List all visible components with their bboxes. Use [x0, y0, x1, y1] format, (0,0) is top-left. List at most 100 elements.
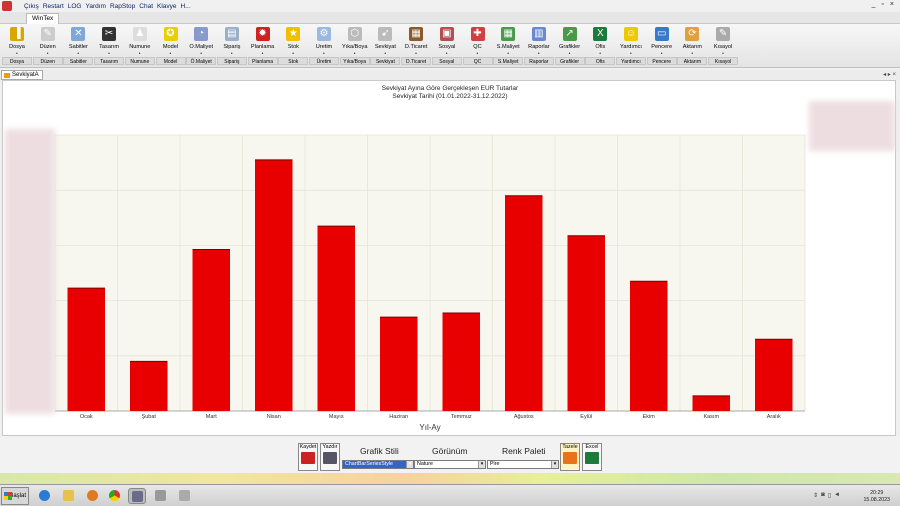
ribbon-group-dropdown[interactable]: Model	[155, 57, 186, 65]
ribbon-button-16[interactable]: ▦ S.Maliyet • S.Maliyet	[493, 26, 524, 66]
bar-6[interactable]	[442, 313, 481, 411]
save-button[interactable]: Kaydet	[298, 443, 318, 471]
ribbon-button-19[interactable]: X Ofis • Ofis	[585, 26, 616, 66]
ribbon-button-1[interactable]: ✎ Düzen • Düzen	[32, 26, 63, 66]
tab-wintex[interactable]: WinTex	[26, 13, 60, 24]
clock[interactable]: 20:29 15.08.2023	[863, 490, 890, 503]
bar-5[interactable]	[380, 317, 418, 411]
ribbon-group-dropdown[interactable]: Dosya	[2, 57, 32, 65]
excel-button[interactable]: Excel	[582, 443, 602, 471]
taskbar-chrome[interactable]	[106, 488, 124, 504]
ribbon-group-dropdown[interactable]: Yıka/Boya	[339, 57, 370, 65]
ribbon-group-dropdown[interactable]: QC	[462, 57, 493, 65]
ribbon-group-dropdown[interactable]: Numune	[124, 57, 155, 65]
ribbon-group-dropdown[interactable]: Aktarım	[677, 57, 708, 65]
ribbon-group-dropdown[interactable]: D.Ticaret	[401, 57, 432, 65]
menu-log[interactable]: LOG	[68, 3, 82, 10]
ribbon-group-dropdown[interactable]: Stok	[278, 57, 309, 65]
chart-style-value: ChartBarSeriesStyle	[345, 461, 393, 467]
taskbar-media[interactable]	[84, 488, 102, 504]
ribbon-toolbar: ▐ Dosya • Dosya ✎ Düzen • Düzen ✕ Sabitler • Sabitl…	[0, 24, 900, 68]
bar-2[interactable]	[192, 249, 231, 411]
bar-8[interactable]	[567, 235, 606, 411]
bar-11[interactable]	[755, 339, 793, 411]
tray-arrow-icon[interactable]: ⇕	[813, 492, 818, 499]
close-button[interactable]: ×	[890, 1, 894, 8]
ribbon-group-dropdown[interactable]: S.Maliyet	[493, 57, 524, 65]
palette-select[interactable]: Pire ▾	[487, 460, 559, 469]
ribbon-button-18[interactable]: ↗ Grafikler • Grafikler	[554, 26, 585, 66]
menu-restart[interactable]: Restart	[43, 3, 64, 10]
taskbar-wintex[interactable]	[128, 488, 146, 504]
ribbon-group-dropdown[interactable]: Sipariş	[216, 57, 247, 65]
x-tick-label: Kasım	[703, 414, 719, 420]
ribbon-button-17[interactable]: ▥ Raporlar • Raporlar	[523, 26, 554, 66]
menu-yardim[interactable]: Yardım	[86, 3, 106, 10]
ribbon-button-2[interactable]: ✕ Sabitler • Sabitler	[63, 26, 94, 66]
ribbon-button-0[interactable]: ▐ Dosya • Dosya	[2, 26, 32, 66]
taskbar-app2[interactable]	[152, 488, 170, 504]
taskbar-app3[interactable]	[176, 488, 194, 504]
bar-0[interactable]	[67, 288, 106, 411]
tray-shield-icon[interactable]: ◙	[821, 492, 825, 499]
shipping-icon: ➹	[378, 27, 393, 41]
ribbon-button-9[interactable]: ★ Stok • Stok	[278, 26, 309, 66]
tab-sevkiyata[interactable]: SevkiyatA	[1, 70, 43, 80]
menu-chat[interactable]: Chat	[139, 3, 153, 10]
ribbon-group-dropdown[interactable]: Düzen	[32, 57, 63, 65]
minimize-button[interactable]: _	[872, 1, 876, 8]
ribbon-group-dropdown[interactable]: Kısayol	[708, 57, 739, 65]
tray-network-icon[interactable]: ▯	[828, 492, 831, 499]
chevron-down-icon: ▾	[478, 461, 485, 468]
ribbon-button-5[interactable]: ✪ Model • Model	[155, 26, 186, 66]
ribbon-group-dropdown[interactable]: Ofis	[585, 57, 616, 65]
taskbar-explorer[interactable]	[60, 488, 78, 504]
menu-h[interactable]: H...	[181, 3, 191, 10]
ribbon-button-3[interactable]: ✂ Tasarım • Tasarım	[94, 26, 125, 66]
ribbon-group-dropdown[interactable]: Sevkiyat	[370, 57, 401, 65]
menu-cikis[interactable]: Çıkış	[24, 3, 39, 10]
ribbon-button-8[interactable]: ✹ Planlama • Planlama	[247, 26, 278, 66]
ribbon-button-21[interactable]: ▭ Pencere • Pencere	[646, 26, 677, 66]
ribbon-button-22[interactable]: ⟳ Aktarım • Aktarım	[677, 26, 708, 66]
ribbon-button-23[interactable]: ✎ Kısayol • Kısayol	[708, 26, 739, 66]
chart-style-select[interactable]: ChartBarSeriesStyle ▾	[342, 460, 414, 469]
ribbon-button-14[interactable]: ▣ Sosyal • Sosyal	[431, 26, 462, 66]
ribbon-button-20[interactable]: ☺ Yardımcı • Yardımcı	[616, 26, 646, 66]
ribbon-group-dropdown[interactable]: Ö.Maliyet	[186, 57, 217, 65]
tray-volume-icon[interactable]: ◄	[834, 492, 840, 499]
ribbon-group-dropdown[interactable]: Planlama	[247, 57, 278, 65]
ribbon-button-6[interactable]: ◔ Ö.Maliyet • Ö.Maliyet	[186, 26, 217, 66]
ribbon-button-15[interactable]: ✚ QC • QC	[462, 26, 493, 66]
edit-icon: ✎	[40, 27, 55, 41]
ribbon-group-dropdown[interactable]: Sosyal	[431, 57, 462, 65]
restore-button[interactable]: ▫	[881, 1, 883, 8]
ribbon-button-13[interactable]: ▦ D.Ticaret • D.Ticaret	[401, 26, 432, 66]
ribbon-button-11[interactable]: ⬡ Yıka/Boya • Yıka/Boya	[339, 26, 370, 66]
bar-7[interactable]	[505, 195, 543, 411]
ribbon-button-12[interactable]: ➹ Sevkiyat • Sevkiyat	[370, 26, 401, 66]
ribbon-group-dropdown[interactable]: Grafikler	[554, 57, 585, 65]
menu-rapstop[interactable]: RapStop	[110, 3, 135, 10]
refresh-button[interactable]: Tazele	[560, 443, 580, 471]
ribbon-group-dropdown[interactable]: Pencere	[646, 57, 677, 65]
bar-4[interactable]	[317, 226, 356, 411]
ribbon-group-dropdown[interactable]: Tasarım	[94, 57, 125, 65]
ribbon-group-dropdown[interactable]: Sabitler	[63, 57, 94, 65]
bar-9[interactable]	[630, 281, 668, 411]
ribbon-group-dropdown[interactable]: Raporlar	[523, 57, 554, 65]
ribbon-button-7[interactable]: ▤ Sipariş • Sipariş	[216, 26, 247, 66]
bar-10[interactable]	[692, 395, 731, 411]
print-button[interactable]: Yazdır	[320, 443, 340, 471]
bar-3[interactable]	[255, 159, 293, 411]
start-button[interactable]: Başlat	[1, 487, 29, 505]
taskbar-ie[interactable]	[36, 488, 54, 504]
bar-1[interactable]	[130, 361, 168, 411]
ribbon-button-4[interactable]: ♟ Numune • Numune	[124, 26, 155, 66]
ribbon-button-10[interactable]: ⚙ Üretim • Üretim	[309, 26, 339, 66]
view-select[interactable]: Nature ▾	[414, 460, 486, 469]
menu-klavye[interactable]: Klavye	[157, 3, 177, 10]
tab-nav-controls[interactable]: ◂ ▸ ×	[883, 71, 896, 78]
ribbon-group-dropdown[interactable]: Yardımcı	[616, 57, 646, 65]
ribbon-group-dropdown[interactable]: Üretim	[309, 57, 339, 65]
